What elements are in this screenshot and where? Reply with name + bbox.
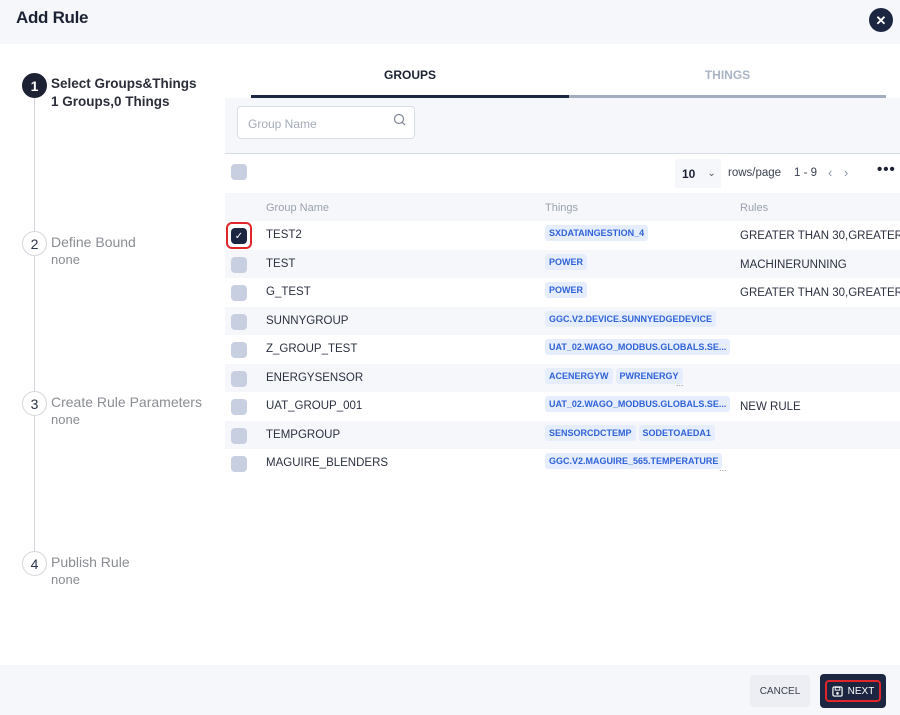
things-chips: UAT_02.WAGO_MODBUS.GLOBALS.SE... <box>545 339 731 355</box>
step-label: Publish Rule <box>51 554 130 570</box>
column-header-rules[interactable]: Rules <box>740 202 768 214</box>
table-row[interactable]: ENERGYSENSOR ACENERGYW PWRENERGY ... <box>225 363 900 392</box>
things-chips: UAT_02.WAGO_MODBUS.GLOBALS.SE... <box>545 396 731 412</box>
group-name: TEMPGROUP <box>266 428 341 441</box>
things-chips: POWER <box>545 282 588 298</box>
rules-text: MACHINERUNNING <box>740 258 847 271</box>
thing-chip: ACENERGYW <box>545 367 613 384</box>
thing-chip: POWER <box>545 282 588 298</box>
tab-bar: GROUPS THINGS <box>251 60 886 98</box>
thing-chip: POWER <box>545 253 588 270</box>
rules-text: GREATER THAN 30,GREATERO... <box>740 230 900 242</box>
step-number: 2 <box>22 231 47 256</box>
row-checkbox[interactable] <box>231 342 247 358</box>
close-button[interactable]: ✕ <box>869 8 893 32</box>
next-button-highlight: NEXT <box>825 680 881 702</box>
next-button[interactable]: NEXT <box>820 674 886 708</box>
group-name: UAT_GROUP_001 <box>266 400 363 412</box>
rules-text: GREATER THAN 30,GREATERO... <box>740 287 900 299</box>
step-label: Create Rule Parameters <box>51 394 202 410</box>
step-number: 4 <box>22 551 47 576</box>
next-page-button[interactable]: › <box>844 165 848 180</box>
step-label: Select Groups&Things <box>51 76 197 91</box>
column-header-things[interactable]: Things <box>545 202 578 214</box>
row-checkbox[interactable]: ✓ <box>231 228 247 244</box>
more-options-button[interactable]: ••• <box>877 161 896 178</box>
cancel-button[interactable]: CANCEL <box>750 675 810 707</box>
step-summary: none <box>51 572 80 587</box>
rows-per-page-value: 10 <box>682 166 696 181</box>
thing-chip: SENSORCDCTEMP <box>545 424 636 441</box>
thing-chip: UAT_02.WAGO_MODBUS.GLOBALS.SE... <box>545 339 731 355</box>
table-row[interactable]: G_TEST POWER GREATER THAN 30,GREATERO... <box>225 278 900 307</box>
table-row[interactable]: TEST POWER MACHINERUNNING <box>225 249 900 278</box>
column-header-group-name[interactable]: Group Name <box>266 202 329 214</box>
rules-text: NEW RULE <box>740 401 801 413</box>
thing-chip: UAT_02.WAGO_MODBUS.GLOBALS.SE... <box>545 396 731 412</box>
table-row[interactable]: TEMPGROUP SENSORCDCTEMP SODETOAEDA1 <box>225 420 900 449</box>
step-summary: 1 Groups,0 Things <box>51 94 170 109</box>
row-checkbox[interactable] <box>231 427 247 444</box>
things-chips: SXDATAINGESTION_4 <box>545 225 649 241</box>
group-name: G_TEST <box>266 286 311 298</box>
group-name: SUNNYGROUP <box>266 314 349 327</box>
rows-per-page-label: rows/page <box>728 167 782 179</box>
stepper-line <box>34 95 35 573</box>
search-placeholder: Group Name <box>248 117 317 131</box>
table-row[interactable]: UAT_GROUP_001 UAT_02.WAGO_MODBUS.GLOBALS… <box>225 392 900 421</box>
group-name: TEST <box>266 257 296 270</box>
next-button-label: NEXT <box>847 685 875 697</box>
row-checkbox[interactable] <box>231 456 247 472</box>
close-icon: ✕ <box>875 12 887 28</box>
group-name: ENERGYSENSOR <box>266 371 364 384</box>
things-chips: SENSORCDCTEMP SODETOAEDA1 <box>545 424 715 441</box>
table-toolbar: 10 ⌄ rows/page 1 - 9 ‹ › ••• <box>225 155 900 193</box>
group-name: Z_GROUP_TEST <box>266 343 358 355</box>
step-number: 3 <box>22 391 47 416</box>
dialog-title: Add Rule <box>16 8 89 27</box>
table-header: Group Name Things Rules <box>225 193 900 221</box>
row-checkbox[interactable] <box>231 285 247 301</box>
row-checkbox[interactable] <box>231 399 247 415</box>
previous-page-button[interactable]: ‹ <box>828 165 832 180</box>
search-icon <box>393 113 406 126</box>
dialog-header: Add Rule ✕ <box>0 0 900 44</box>
row-checkbox[interactable] <box>231 256 247 273</box>
tab-things[interactable]: THINGS <box>569 60 886 98</box>
tab-groups[interactable]: GROUPS <box>251 60 569 98</box>
table-row[interactable]: Z_GROUP_TEST UAT_02.WAGO_MODBUS.GLOBALS.… <box>225 335 900 364</box>
step-summary: none <box>51 412 80 427</box>
thing-chip: GGC.V2.MAGUIRE_565.TEMPERATURE <box>545 453 723 469</box>
step-summary: none <box>51 252 80 267</box>
things-chips: GGC.V2.MAGUIRE_565.TEMPERATURE <box>545 453 723 469</box>
thing-chip: PWRENERGY <box>615 367 683 384</box>
step-label: Define Bound <box>51 234 136 250</box>
group-name: MAGUIRE_BLENDERS <box>266 457 389 469</box>
thing-chip: GGC.V2.DEVICE.SUNNYEDGEDEVICE <box>545 310 717 327</box>
things-chips: GGC.V2.DEVICE.SUNNYEDGEDEVICE <box>545 310 717 327</box>
select-all-checkbox[interactable] <box>231 164 247 180</box>
check-icon: ✓ <box>234 230 244 242</box>
step-number: 1 <box>22 73 47 98</box>
things-chips: POWER <box>545 253 588 270</box>
page-range: 1 - 9 <box>794 167 818 179</box>
more-things-indicator[interactable]: ... <box>719 463 727 473</box>
row-checkbox[interactable] <box>231 370 247 387</box>
thing-chip: SODETOAEDA1 <box>638 424 715 441</box>
table-row[interactable]: MAGUIRE_BLENDERS GGC.V2.MAGUIRE_565.TEMP… <box>225 449 900 478</box>
group-name-search-input[interactable]: Group Name <box>237 106 415 139</box>
save-icon <box>831 685 843 697</box>
table-row[interactable]: SUNNYGROUP GGC.V2.DEVICE.SUNNYEDGEDEVICE <box>225 306 900 335</box>
more-things-indicator[interactable]: ... <box>676 378 684 388</box>
thing-chip: SXDATAINGESTION_4 <box>545 225 649 241</box>
chevron-down-icon: ⌄ <box>707 168 716 179</box>
row-checkbox[interactable] <box>231 313 247 330</box>
group-name: TEST2 <box>266 229 302 241</box>
table-body: ✓ TEST2 SXDATAINGESTION_4 GREATER THAN 3… <box>225 221 900 478</box>
things-chips: ACENERGYW PWRENERGY <box>545 367 683 384</box>
rows-per-page-select[interactable]: 10 ⌄ <box>675 159 721 188</box>
table-row[interactable]: ✓ TEST2 SXDATAINGESTION_4 GREATER THAN 3… <box>225 221 900 250</box>
